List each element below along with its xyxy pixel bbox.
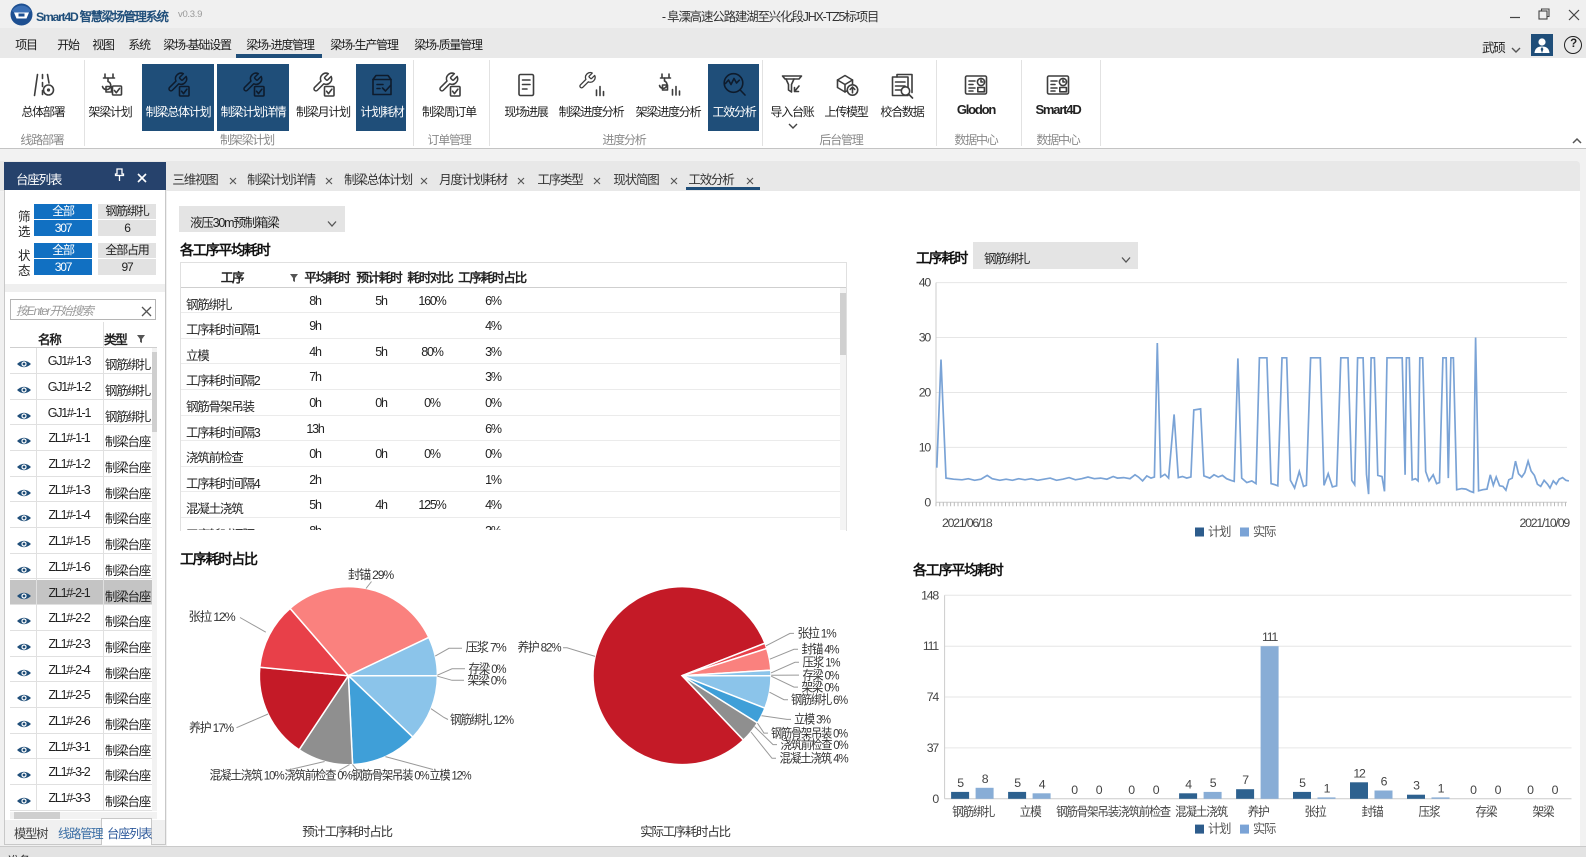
svg-text:4: 4 bbox=[1185, 777, 1192, 791]
svg-text:0: 0 bbox=[1495, 783, 1502, 797]
svg-text:张拉 1%: 张拉 1% bbox=[798, 626, 837, 641]
svg-text:7: 7 bbox=[1242, 773, 1249, 787]
svg-text:0: 0 bbox=[1128, 783, 1135, 797]
svg-text:6: 6 bbox=[1381, 775, 1388, 789]
svg-text:12: 12 bbox=[1353, 766, 1366, 780]
svg-text:30: 30 bbox=[919, 331, 932, 345]
svg-text:5: 5 bbox=[957, 776, 964, 790]
svg-text:钢筋骨架吊装: 钢筋骨架吊装 bbox=[1056, 804, 1119, 819]
svg-text:封锚 29%: 封锚 29% bbox=[348, 567, 394, 582]
svg-text:0: 0 bbox=[924, 495, 931, 509]
svg-text:浇筑前检查 0%: 浇筑前检查 0% bbox=[285, 767, 353, 782]
svg-text:浇筑前检查: 浇筑前检查 bbox=[1118, 804, 1171, 819]
svg-text:2021/10/09: 2021/10/09 bbox=[1519, 516, 1570, 530]
svg-text:111: 111 bbox=[1262, 630, 1278, 644]
svg-text:5: 5 bbox=[1299, 776, 1306, 790]
svg-text:混凝土浇筑 10%: 混凝土浇筑 10% bbox=[210, 767, 285, 782]
svg-text:20: 20 bbox=[919, 386, 932, 400]
svg-text:立模 3%: 立模 3% bbox=[794, 712, 831, 727]
svg-text:5: 5 bbox=[1014, 776, 1021, 790]
svg-text:148: 148 bbox=[921, 588, 939, 602]
svg-text:养护 17%: 养护 17% bbox=[189, 720, 234, 735]
svg-text:钢筋绑扎: 钢筋绑扎 bbox=[952, 804, 995, 819]
svg-text:74: 74 bbox=[927, 690, 940, 704]
svg-text:张拉 12%: 张拉 12% bbox=[189, 609, 236, 624]
svg-text:架梁 0%: 架梁 0% bbox=[468, 673, 507, 688]
svg-text:压浆 7%: 压浆 7% bbox=[466, 640, 507, 655]
svg-text:养护: 养护 bbox=[1248, 804, 1270, 819]
svg-text:0: 0 bbox=[1470, 783, 1477, 797]
svg-text:37: 37 bbox=[927, 741, 940, 755]
svg-text:存梁: 存梁 bbox=[1476, 804, 1498, 819]
svg-text:1: 1 bbox=[1438, 781, 1445, 795]
svg-text:张拉: 张拉 bbox=[1305, 804, 1327, 819]
svg-text:压浆 1%: 压浆 1% bbox=[803, 655, 841, 670]
svg-text:1: 1 bbox=[1324, 781, 1331, 795]
svg-text:10: 10 bbox=[919, 440, 932, 454]
svg-text:3: 3 bbox=[1413, 779, 1420, 793]
svg-text:实际: 实际 bbox=[1253, 524, 1276, 539]
svg-text:浇筑前检查 0%: 浇筑前检查 0% bbox=[781, 737, 849, 752]
svg-text:养护 82%: 养护 82% bbox=[518, 640, 562, 655]
svg-text:40: 40 bbox=[919, 276, 932, 290]
svg-text:立模 12%: 立模 12% bbox=[430, 767, 472, 782]
svg-text:0: 0 bbox=[1153, 783, 1160, 797]
svg-text:封锚: 封锚 bbox=[1362, 804, 1384, 819]
svg-text:5: 5 bbox=[1210, 776, 1217, 790]
svg-text:计划: 计划 bbox=[1208, 525, 1231, 539]
svg-text:架梁: 架梁 bbox=[1533, 804, 1555, 819]
svg-text:混凝土浇筑 4%: 混凝土浇筑 4% bbox=[780, 751, 849, 766]
svg-text:压浆: 压浆 bbox=[1419, 804, 1441, 819]
svg-text:封锚 4%: 封锚 4% bbox=[802, 642, 840, 657]
svg-text:8: 8 bbox=[982, 772, 989, 786]
svg-text:0: 0 bbox=[932, 792, 939, 806]
svg-text:钢筋绑扎 12%: 钢筋绑扎 12% bbox=[450, 712, 514, 727]
svg-text:0: 0 bbox=[1071, 783, 1078, 797]
svg-text:4: 4 bbox=[1039, 777, 1046, 791]
svg-text:混凝土浇筑: 混凝土浇筑 bbox=[1175, 804, 1228, 819]
svg-text:0: 0 bbox=[1096, 783, 1103, 797]
svg-text:2021/06/18: 2021/06/18 bbox=[942, 516, 993, 530]
svg-text:立模: 立模 bbox=[1020, 804, 1042, 819]
svg-text:钢筋绑扎 6%: 钢筋绑扎 6% bbox=[791, 692, 848, 707]
svg-text:实际: 实际 bbox=[1253, 821, 1276, 836]
svg-text:计划: 计划 bbox=[1208, 822, 1231, 836]
svg-text:0: 0 bbox=[1552, 783, 1559, 797]
svg-text:111: 111 bbox=[923, 639, 939, 653]
svg-text:钢筋骨架吊装 0%: 钢筋骨架吊装 0% bbox=[352, 767, 430, 782]
svg-text:0: 0 bbox=[1527, 783, 1534, 797]
